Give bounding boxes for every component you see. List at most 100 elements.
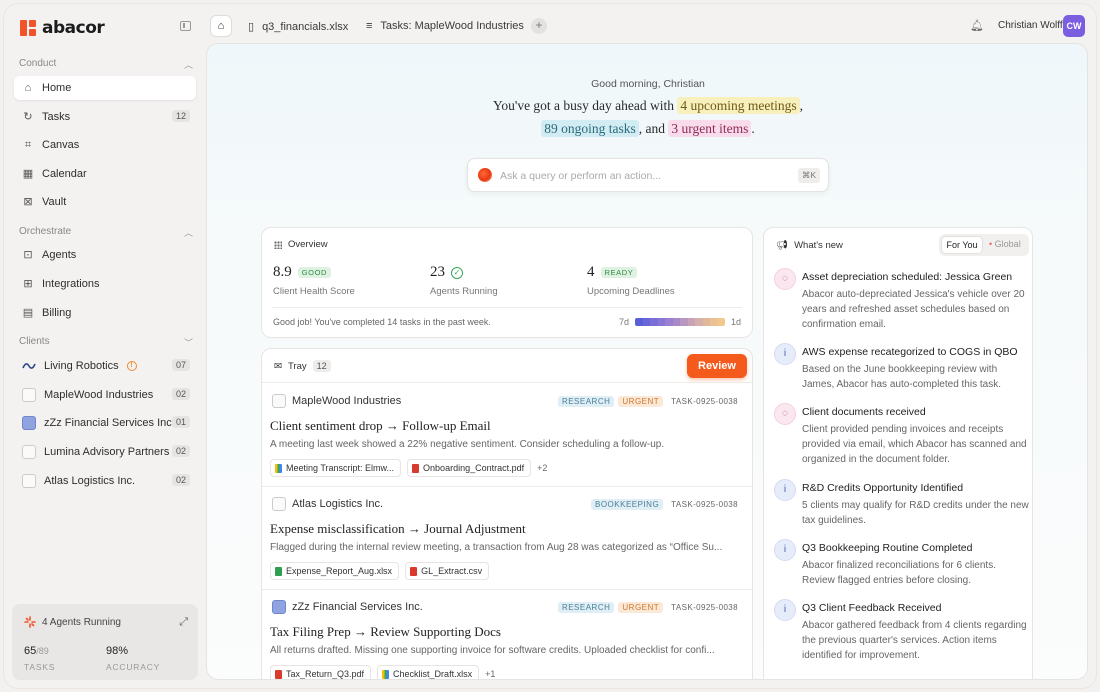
task-item[interactable]: zZz Financial Services Inc. RESEARCH URGE… [262, 590, 752, 679]
sidebar-client-living-robotics[interactable]: Living Robotics! 07 [14, 354, 196, 378]
sidebar-client-lumina[interactable]: Lumina Advisory Partners 02 [14, 440, 196, 464]
task-id: TASK-0925-0038 [671, 397, 738, 406]
info-icon: i [774, 599, 796, 621]
activity-range: 7d 1d [619, 317, 741, 327]
tab-tasks-maplewood[interactable]: ≡ Tasks: MapleWood Industries [366, 20, 524, 32]
tasks-total: /89 [36, 646, 49, 656]
attachment-chip[interactable]: GL_Extract.csv [405, 562, 490, 580]
stat-health[interactable]: 8.9 GOOD Client Health Score [273, 264, 355, 297]
assistant-orb-icon [478, 168, 492, 182]
section-conduct[interactable]: Conduct ︿ [19, 58, 197, 70]
task-description: Flagged during the internal review meeti… [270, 542, 723, 553]
tasks-icon: ↻ [23, 111, 33, 123]
heat-cell [702, 318, 711, 326]
attachment-chip[interactable]: Onboarding_Contract.pdf [407, 459, 532, 477]
task-item[interactable]: Atlas Logistics Inc. BOOKKEEPING TASK-092… [262, 487, 752, 587]
sidebar-item-integrations[interactable]: ⊞ Integrations [14, 272, 196, 296]
news-item-desc: Abacor auto-depreciated Jessica's vehicl… [802, 289, 1025, 330]
avatar[interactable]: CW [1063, 15, 1085, 37]
review-button[interactable]: Review [687, 354, 747, 378]
sidebar-item-tasks[interactable]: ↻ Tasks 12 [14, 105, 196, 129]
attachment-chip[interactable]: Meeting Transcript: Elmw... [270, 459, 402, 477]
agents-running-card[interactable]: 4 Agents Running ⤢ 65/89 TASKS 98% ACCUR… [12, 604, 198, 680]
integrations-icon: ⊞ [23, 278, 33, 290]
overview-footer: Good job! You've completed 14 tasks in t… [273, 317, 491, 327]
brand[interactable]: abacor [20, 18, 105, 38]
tab-q3-financials[interactable]: ▯ q3_financials.xlsx [248, 20, 348, 34]
attachment-chip[interactable]: Tax_Return_Q3.pdf [270, 665, 372, 679]
count-badge: 02 [171, 445, 190, 457]
divider [262, 382, 752, 383]
expand-icon[interactable]: ⤢ [179, 616, 188, 629]
attachment-chip[interactable]: Checklist_Draft.xlsx [377, 665, 480, 679]
summary-text: , [799, 98, 804, 113]
tab-for-you[interactable]: For You [941, 236, 983, 254]
sidebar-item-label: Lumina Advisory Partners [44, 446, 170, 458]
home-icon: ⌂ [24, 82, 32, 94]
sidebar-item-label: Integrations [42, 278, 100, 290]
zzz-logo-icon [272, 600, 286, 614]
count-badge: 12 [171, 110, 190, 122]
heat-cell [642, 318, 651, 326]
divider [272, 307, 742, 308]
building-icon [22, 445, 36, 459]
section-label: Conduct [19, 58, 57, 69]
new-tab-button[interactable]: + [531, 18, 547, 34]
sidebar-item-label: Vault [42, 196, 67, 208]
query-input[interactable]: Ask a query or perform an action... ⌘K [467, 158, 829, 192]
more-attachments[interactable]: +1 [485, 669, 495, 679]
sidebar-item-calendar[interactable]: ▦ Calendar [14, 162, 196, 186]
count-badge: 02 [171, 474, 190, 486]
count-badge: 01 [171, 416, 190, 428]
tab-global[interactable]: • Global [989, 239, 1021, 249]
urgent-highlight[interactable]: 3 urgent items [668, 120, 752, 137]
task-title: Client sentiment drop → Follow-up Email [270, 418, 491, 433]
task-title: Tax Filing Prep → Review Supporting Docs [270, 624, 501, 639]
sidebar-item-label: Atlas Logistics Inc. [44, 475, 136, 487]
heat-cell [680, 318, 688, 326]
tasks-highlight[interactable]: 89 ongoing tasks [541, 120, 639, 137]
sidebar-item-vault[interactable]: ⊠ Vault [14, 190, 196, 214]
stat-agents[interactable]: 23 ✓ Agents Running [430, 264, 498, 297]
bell-icon[interactable]: 🔔︎ [970, 19, 984, 32]
news-item-desc: 5 clients may qualify for R&D credits un… [802, 500, 1029, 526]
task-id: TASK-0925-0038 [671, 603, 738, 612]
attachment-name: GL_Extract.csv [421, 566, 483, 576]
task-description: A meeting last week showed a 22% negativ… [270, 439, 665, 450]
news-title: What's new [794, 240, 843, 251]
attachment-chip[interactable]: Expense_Report_Aug.xlsx [270, 562, 400, 580]
abacor-logo-icon [20, 20, 36, 36]
sidebar-item-agents[interactable]: ⊡ Agents [14, 243, 196, 267]
summary-text: . [751, 121, 755, 136]
sidebar-item-label: Living Robotics [44, 360, 119, 372]
tab-global-label: Global [994, 239, 1021, 249]
sidebar-item-label: Agents [42, 249, 77, 261]
section-clients[interactable]: Clients ﹀ [19, 336, 197, 348]
news-item-desc: Abacor gathered feedback from 4 clients … [802, 620, 1027, 661]
sidebar-client-maplewood[interactable]: MapleWood Industries 02 [14, 383, 196, 407]
more-attachments[interactable]: +2 [537, 463, 547, 473]
task-item[interactable]: MapleWood Industries RESEARCH URGENT TASK-… [262, 384, 752, 484]
sidebar-item-label: Tasks [42, 111, 71, 123]
meetings-highlight[interactable]: 4 upcoming meetings [677, 97, 800, 114]
sidebar-item-canvas[interactable]: ⌗ Canvas [14, 133, 196, 157]
sidebar-item-home[interactable]: ⌂ Home [14, 76, 196, 100]
summary-text: You've got a busy day ahead with [492, 98, 675, 113]
csv-icon [410, 566, 418, 576]
task-id: TASK-0925-0038 [671, 500, 738, 509]
overview-title: Overview [288, 239, 328, 250]
heat-cell [657, 318, 666, 326]
home-tab[interactable]: ⌂ [210, 15, 232, 37]
activity-heatmap [635, 318, 726, 326]
sidebar-client-atlas[interactable]: Atlas Logistics Inc. 02 [14, 469, 196, 493]
sidebar-client-zzz[interactable]: zZz Financial Services Inc. 01 [14, 411, 196, 435]
stat-deadlines[interactable]: 4 READY Upcoming Deadlines [587, 264, 675, 297]
sidebar: abacor Conduct ︿ ⌂ Home ↻ Tasks 12 ⌗ Canvas ▦… [6, 6, 202, 682]
section-orchestrate[interactable]: Orchestrate ︿ [19, 226, 197, 238]
zzz-logo-icon [22, 416, 36, 430]
sidebar-collapse-icon[interactable] [180, 21, 191, 31]
news-item-desc: Client provided pending invoices and rec… [802, 424, 1027, 465]
sidebar-item-billing[interactable]: ▤ Billing [14, 301, 196, 325]
info-icon: i [774, 343, 796, 365]
stat-value: 23 [430, 264, 445, 280]
